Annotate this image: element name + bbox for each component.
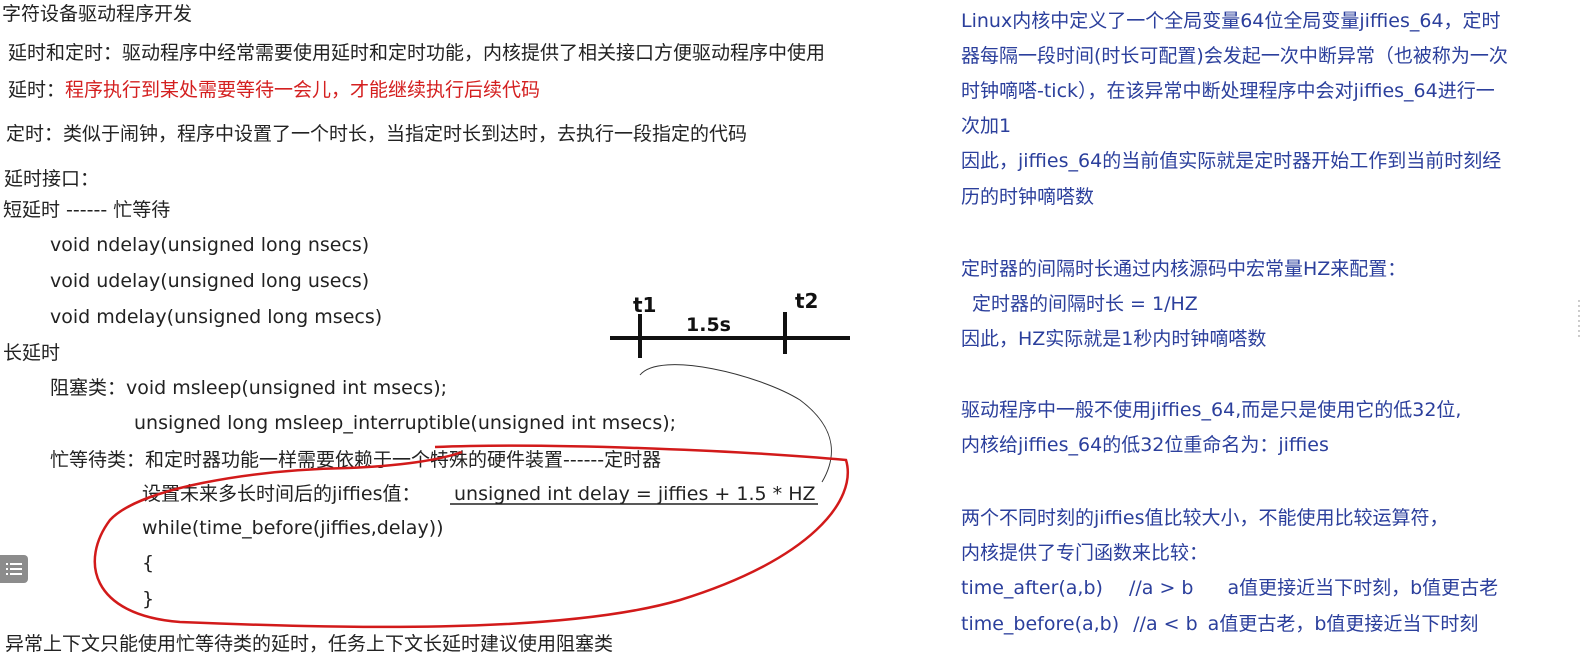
right-p3-line1: 定时器的间隔时长通过内核源码中宏常量HZ来配置： (961, 258, 1407, 280)
right-p4-line2: 内核给jiffies_64的低32位重命名为：jiffies (961, 434, 1329, 456)
right-p5-line1: 两个不同时刻的jiffies值比较大小，不能使用比较运算符， (961, 507, 1449, 529)
right-p5-line2: 内核提供了专门函数来比较： (961, 542, 1209, 564)
connector-curve (639, 364, 832, 483)
right-p1-line4: 次加1 (961, 115, 1012, 137)
t2-label: t2 (795, 289, 818, 313)
time-after-line: time_after(a,b) //a > b a值更接近当下时刻，b值更古老 (961, 575, 1498, 601)
time-after-comment: //a > b (1128, 577, 1194, 599)
right-p4-line1: 驱动程序中一般不使用jiffies_64,而是只是使用它的低32位, (961, 399, 1462, 421)
list-icon (6, 563, 22, 575)
time-before-line: time_before(a,b) //a < b a值更古老，b值更接近当下时刻 (961, 611, 1478, 637)
time-before-fn: time_before(a,b) (961, 613, 1120, 635)
right-p1-line1: Linux内核中定义了一个全局变量64位全局变量jiffies_64，定时 (961, 10, 1501, 32)
t1-label: t1 (633, 293, 656, 317)
right-p1-line3: 时钟嘀嗒-tick），在该异常中断处理程序中会对jiffies_64进行一 (961, 80, 1495, 102)
red-loop-annotation (93, 444, 849, 629)
right-p3-line3: 因此，HZ实际就是1秒内时钟嘀嗒数 (961, 328, 1267, 350)
time-after-fn: time_after(a,b) (961, 577, 1103, 599)
right-p3-line2: 定时器的间隔时长 = 1/HZ (972, 293, 1198, 315)
scrollbar-marker[interactable] (1577, 300, 1583, 340)
outline-menu-button[interactable] (0, 555, 28, 583)
time-after-desc: a值更接近当下时刻，b值更古老 (1227, 577, 1499, 599)
right-p2-line1: 因此，jiffies_64的当前值实际就是定时器开始工作到当前时刻经 (961, 150, 1502, 172)
right-p2-line2: 历的时钟嘀嗒数 (961, 186, 1095, 208)
time-before-desc: a值更古老，b值更接近当下时刻 (1207, 613, 1479, 635)
time-before-comment: //a < b (1133, 613, 1198, 635)
span-label: 1.5s (686, 314, 731, 336)
right-p1-line2: 器每隔一段时间(时长可配置)会发起一次中断异常（也被称为一次 (961, 45, 1508, 67)
